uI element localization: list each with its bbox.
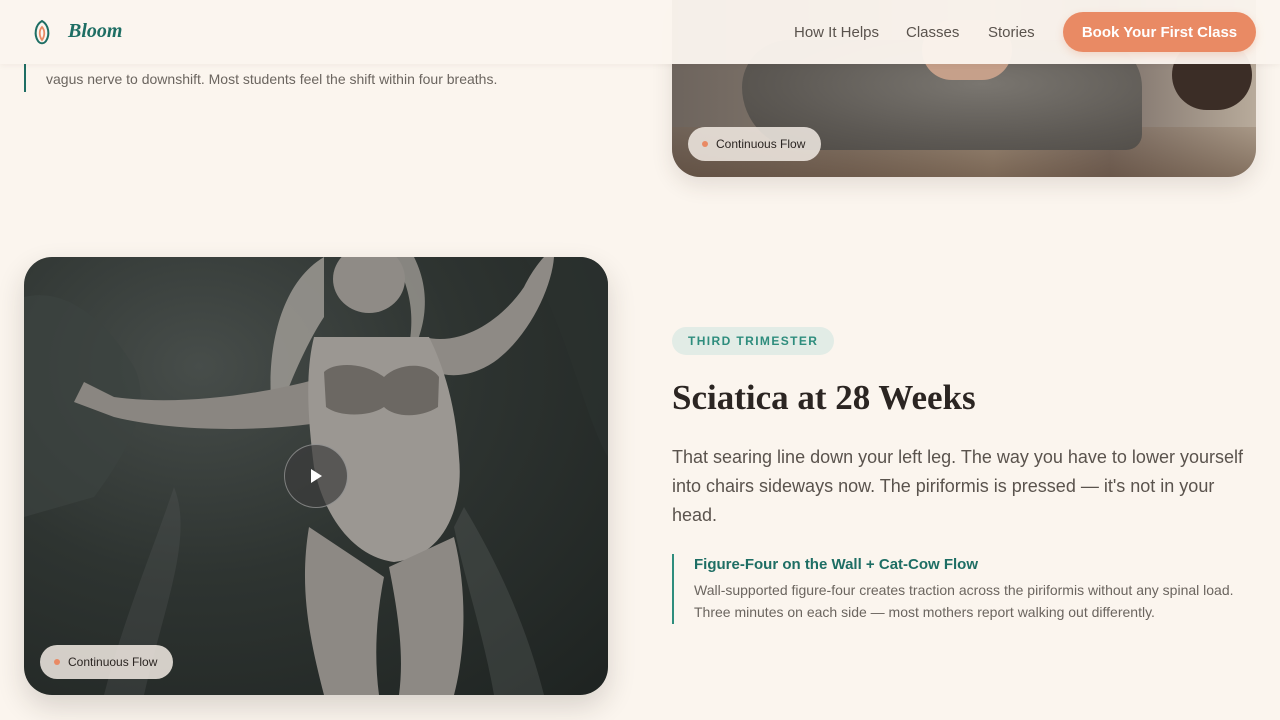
video-chip-label: Continuous Flow [68, 655, 158, 669]
nav-link-how-it-helps[interactable]: How It Helps [794, 24, 879, 41]
video-chip: Continuous Flow [40, 645, 174, 679]
tip-body: Wall-supported figure-four creates tract… [694, 582, 1234, 620]
top-nav: Bloom How It Helps Classes Stories Book … [0, 0, 1280, 64]
video-chip-label: Continuous Flow [716, 137, 806, 151]
previous-tip-text: vagus nerve to downshift. Most students … [46, 71, 498, 87]
book-first-class-button[interactable]: Book Your First Class [1063, 12, 1256, 52]
trimester-badge: THIRD TRIMESTER [672, 327, 835, 355]
nav-link-stories[interactable]: Stories [988, 24, 1035, 41]
previous-tip-callout: vagus nerve to downshift. Most students … [24, 64, 497, 92]
brand-name[interactable]: Bloom [68, 20, 122, 43]
play-button[interactable] [284, 444, 348, 508]
video-chip: Continuous Flow [688, 127, 822, 161]
nav-link-classes[interactable]: Classes [906, 24, 959, 41]
tip-title: Figure-Four on the Wall + Cat-Cow Flow [694, 556, 979, 573]
sciatica-video-card[interactable]: Continuous Flow [24, 257, 608, 695]
section-title: Sciatica at 28 Weeks [672, 378, 976, 417]
dot-icon [702, 141, 708, 147]
bloom-logo-icon[interactable] [30, 19, 54, 45]
play-icon [311, 469, 322, 483]
dot-icon [54, 659, 60, 665]
section-lead: That searing line down your left leg. Th… [672, 447, 1243, 525]
tip-callout: Figure-Four on the Wall + Cat-Cow Flow W… [672, 554, 1262, 624]
